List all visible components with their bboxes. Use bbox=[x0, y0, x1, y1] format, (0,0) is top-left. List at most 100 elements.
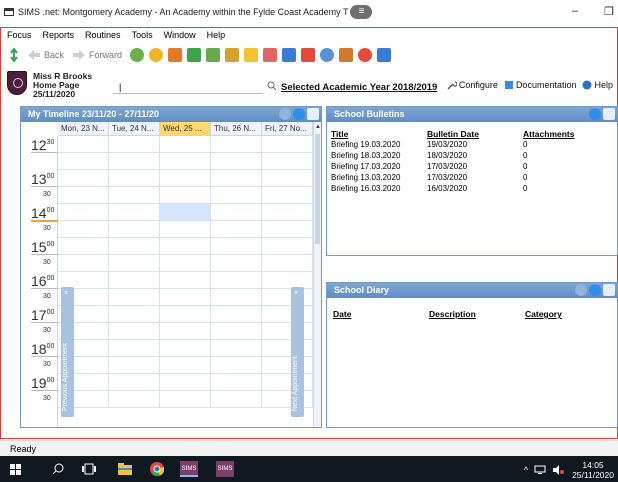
timeline-slot[interactable] bbox=[109, 272, 160, 288]
timeline-slot[interactable] bbox=[262, 357, 313, 373]
timeline-slot[interactable] bbox=[160, 221, 211, 237]
menu-routines[interactable]: Routines bbox=[85, 30, 121, 40]
timeline-row[interactable] bbox=[58, 323, 313, 340]
timeline-row[interactable] bbox=[58, 170, 313, 187]
timeline-row[interactable] bbox=[58, 221, 313, 238]
home-icon[interactable] bbox=[339, 48, 354, 62]
sims-taskbar-button-2[interactable]: SIMS bbox=[216, 461, 234, 477]
timeline-slot[interactable] bbox=[160, 391, 211, 407]
timeline-slot[interactable] bbox=[160, 238, 211, 254]
timeline-row[interactable] bbox=[58, 306, 313, 323]
timeline-slot[interactable] bbox=[58, 221, 109, 237]
menu-help[interactable]: Help bbox=[207, 30, 226, 40]
timeline-slot[interactable] bbox=[109, 289, 160, 305]
timeline-slot[interactable] bbox=[160, 323, 211, 339]
folder-icon[interactable] bbox=[225, 48, 240, 62]
chrome-icon[interactable] bbox=[150, 462, 164, 476]
edit-icon[interactable] bbox=[301, 48, 316, 62]
menu-reports[interactable]: Reports bbox=[43, 30, 75, 40]
task-view-icon[interactable] bbox=[82, 463, 96, 475]
chevron-down-icon[interactable] bbox=[589, 108, 601, 120]
timeline-slot[interactable] bbox=[58, 187, 109, 203]
timeline-slot[interactable] bbox=[262, 391, 313, 407]
timeline-slot[interactable] bbox=[211, 340, 262, 356]
timeline-row[interactable] bbox=[58, 272, 313, 289]
popout-icon[interactable] bbox=[307, 108, 319, 120]
timeline-slot[interactable] bbox=[160, 374, 211, 390]
scroll-up-icon[interactable]: ▲ bbox=[315, 124, 321, 130]
timeline-slot[interactable] bbox=[109, 153, 160, 169]
timeline-slot[interactable] bbox=[109, 323, 160, 339]
timeline-row[interactable] bbox=[58, 255, 313, 272]
table-row[interactable]: Briefing 19.03.2020 19/03/2020 0 bbox=[331, 140, 578, 151]
timeline-row[interactable] bbox=[58, 204, 313, 221]
timeline-slot[interactable] bbox=[211, 204, 262, 220]
timeline-slot[interactable] bbox=[160, 306, 211, 322]
chevron-up-icon[interactable]: ^ bbox=[524, 465, 528, 475]
timeline-slot[interactable] bbox=[58, 272, 109, 288]
day-header-wed[interactable]: Wed, 25 ... bbox=[160, 122, 211, 135]
timeline-slot[interactable] bbox=[109, 340, 160, 356]
day-header-fri[interactable]: Fri, 27 No... bbox=[262, 122, 313, 135]
timeline-row[interactable] bbox=[58, 153, 313, 170]
timeline-slot[interactable] bbox=[262, 340, 313, 356]
person-icon[interactable] bbox=[149, 48, 164, 62]
timeline-slot[interactable] bbox=[58, 136, 109, 152]
timeline-slot[interactable] bbox=[160, 272, 211, 288]
chart-icon[interactable] bbox=[244, 48, 259, 62]
table-row[interactable]: Briefing 16.03.2020 16/03/2020 0 bbox=[331, 184, 578, 195]
flag-icon[interactable] bbox=[187, 48, 202, 62]
timeline-slot[interactable] bbox=[211, 272, 262, 288]
timeline-slot[interactable] bbox=[109, 357, 160, 373]
day-header-mon[interactable]: Mon, 23 N... bbox=[58, 122, 109, 135]
timeline-slot[interactable] bbox=[160, 204, 211, 220]
timeline-row[interactable] bbox=[58, 374, 313, 391]
minimize-button[interactable]: – bbox=[572, 5, 578, 17]
timeline-slot[interactable] bbox=[262, 136, 313, 152]
column-header-attachments[interactable]: Attachments bbox=[523, 129, 578, 140]
volume-muted-icon[interactable] bbox=[552, 465, 565, 475]
close-icon[interactable]: × bbox=[294, 290, 298, 297]
timeline-slot[interactable] bbox=[58, 153, 109, 169]
menu-window[interactable]: Window bbox=[164, 30, 196, 40]
timeline-slot[interactable] bbox=[160, 255, 211, 271]
clock-icon[interactable] bbox=[358, 48, 373, 62]
timeline-slot[interactable] bbox=[211, 306, 262, 322]
timeline-slot[interactable] bbox=[211, 357, 262, 373]
timeline-slot[interactable] bbox=[211, 153, 262, 169]
search-icon[interactable] bbox=[267, 81, 277, 91]
timeline-slot[interactable] bbox=[58, 204, 109, 220]
document-icon[interactable] bbox=[282, 48, 297, 62]
timeline-slot[interactable] bbox=[109, 136, 160, 152]
timeline-row[interactable] bbox=[58, 357, 313, 374]
timeline-slot[interactable] bbox=[160, 153, 211, 169]
timeline-slot[interactable] bbox=[211, 289, 262, 305]
timeline-slot[interactable] bbox=[262, 323, 313, 339]
back-button[interactable]: Back bbox=[27, 49, 64, 61]
help-link[interactable]: Help bbox=[582, 80, 613, 90]
timeline-slot[interactable] bbox=[58, 238, 109, 254]
timeline-slot[interactable] bbox=[211, 374, 262, 390]
timeline-slot[interactable] bbox=[211, 323, 262, 339]
column-header-date[interactable]: Date bbox=[333, 309, 429, 319]
timeline-row[interactable] bbox=[58, 391, 313, 408]
timeline-slot[interactable] bbox=[160, 187, 211, 203]
timeline-slot[interactable] bbox=[160, 170, 211, 186]
scrollbar-thumb[interactable] bbox=[315, 134, 320, 244]
table-row[interactable]: Briefing 13.03.2020 17/03/2020 0 bbox=[331, 173, 578, 184]
academic-year-link[interactable]: Selected Academic Year 2018/2019 bbox=[281, 82, 437, 93]
refresh-icon[interactable] bbox=[575, 284, 587, 296]
book-icon[interactable] bbox=[377, 48, 392, 62]
users-icon[interactable] bbox=[320, 48, 335, 62]
timeline-slot[interactable] bbox=[211, 238, 262, 254]
network-icon[interactable] bbox=[534, 465, 546, 475]
timeline-slot[interactable] bbox=[58, 255, 109, 271]
timeline-row[interactable] bbox=[58, 187, 313, 204]
search-icon[interactable] bbox=[52, 463, 64, 475]
timeline-slot[interactable] bbox=[160, 357, 211, 373]
swap-button[interactable] bbox=[9, 48, 19, 62]
timeline-slot[interactable] bbox=[109, 221, 160, 237]
timeline-scrollbar[interactable]: ▲ bbox=[313, 122, 321, 427]
timeline-slot[interactable] bbox=[109, 306, 160, 322]
timeline-row[interactable] bbox=[58, 340, 313, 357]
